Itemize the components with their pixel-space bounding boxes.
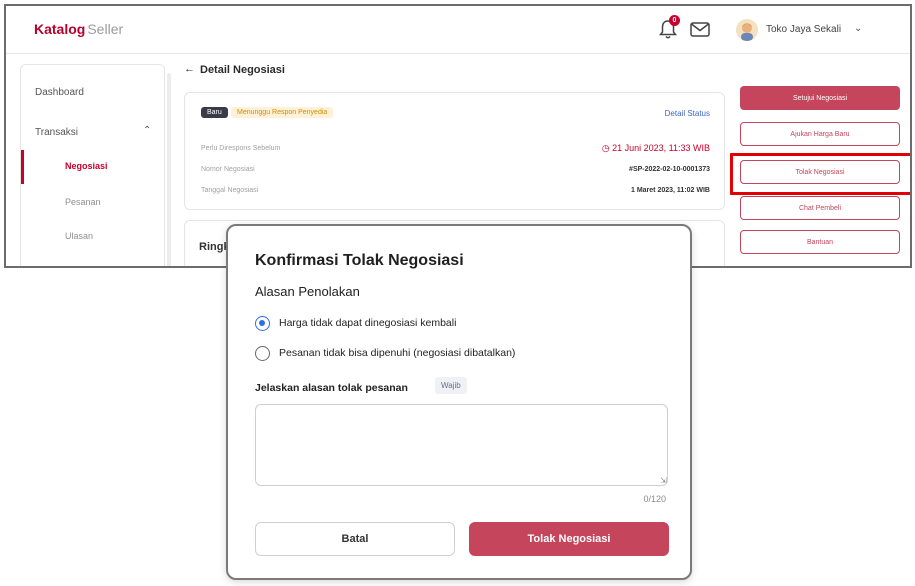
katalog-logo[interactable]: Katalog Seller <box>34 21 123 37</box>
help-button[interactable]: Bantuan <box>740 230 900 254</box>
reason-field-label: Jelaskan alasan tolak pesanan <box>255 382 408 394</box>
chevron-up-icon[interactable]: ⌃ <box>143 125 151 136</box>
logo-suffix: Seller <box>87 21 124 37</box>
notification-badge: 0 <box>669 15 680 26</box>
reject-confirmation-modal: Konfirmasi Tolak Negosiasi Alasan Penola… <box>226 224 692 580</box>
reason-option-1-radio[interactable] <box>255 316 270 331</box>
deadline-value: ◷ 21 Juni 2023, 11:33 WIB <box>602 143 710 154</box>
approve-negotiation-button[interactable]: Setujui Negosiasi <box>740 86 900 110</box>
detail-status-link[interactable]: Detail Status <box>665 109 710 118</box>
chevron-down-icon[interactable]: ⌄ <box>854 23 862 34</box>
sidebar-scrollbar[interactable] <box>167 73 171 266</box>
propose-new-price-button[interactable]: Ajukan Harga Baru <box>740 122 900 146</box>
avatar-person-icon <box>741 23 753 41</box>
deadline-value-text: 21 Juni 2023, 11:33 WIB <box>612 143 710 153</box>
summary-title: Ringk <box>199 241 230 253</box>
reason-option-2-label[interactable]: Pesanan tidak bisa dipenuhi (negosiasi d… <box>279 347 515 359</box>
negotiation-detail-card: Baru Menunggu Respon Penyedia Detail Sta… <box>184 92 725 210</box>
highlight-box <box>730 153 910 195</box>
sidebar-item-negosiasi[interactable]: Negosiasi <box>65 161 108 171</box>
back-arrow-icon[interactable]: ← <box>184 63 195 75</box>
reason-option-2-radio[interactable] <box>255 346 270 361</box>
top-navigation-bar: Katalog Seller 0 Toko Jaya Sekali ⌄ <box>6 6 910 54</box>
negotiation-number-value: #SP-2022-02-10-0001373 <box>629 166 710 173</box>
cancel-button[interactable]: Batal <box>255 522 455 556</box>
negotiation-date-label: Tanggal Negosiasi <box>201 187 259 194</box>
sidebar-item-transaksi[interactable]: Transaksi <box>35 127 78 138</box>
confirm-reject-button[interactable]: Tolak Negosiasi <box>469 522 669 556</box>
negotiation-number-label: Nomor Negosiasi <box>201 166 255 173</box>
avatar[interactable] <box>736 19 758 41</box>
reason-textarea[interactable] <box>255 404 668 486</box>
active-indicator <box>21 150 24 184</box>
sidebar-item-pesanan[interactable]: Pesanan <box>65 197 101 207</box>
resize-grip-icon[interactable]: ⇲ <box>660 476 667 485</box>
sidebar-item-dashboard[interactable]: Dashboard <box>35 87 84 98</box>
sidebar: Dashboard Transaksi ⌃ Negosiasi Pesanan … <box>20 64 171 266</box>
mail-icon[interactable] <box>690 22 710 37</box>
modal-title: Konfirmasi Tolak Negosiasi <box>255 252 464 269</box>
sidebar-item-ulasan[interactable]: Ulasan <box>65 231 93 241</box>
modal-subtitle: Alasan Penolakan <box>255 284 360 299</box>
logo-text: Katalog <box>34 21 86 37</box>
character-counter: 0/120 <box>643 494 666 504</box>
page-title: Detail Negosiasi <box>200 64 285 76</box>
store-name[interactable]: Toko Jaya Sekali <box>766 24 841 35</box>
new-badge: Baru <box>201 107 228 118</box>
status-badge: Menunggu Respon Penyedia <box>231 107 334 118</box>
chat-buyer-button[interactable]: Chat Pembeli <box>740 196 900 220</box>
clock-icon: ◷ <box>601 143 610 153</box>
reason-option-1-label[interactable]: Harga tidak dapat dinegosiasi kembali <box>279 317 456 329</box>
required-tag: Wajib <box>435 377 467 394</box>
negotiation-date-value: 1 Maret 2023, 11:02 WIB <box>631 187 710 194</box>
deadline-label: Perlu Direspons Sebelum <box>201 145 281 152</box>
